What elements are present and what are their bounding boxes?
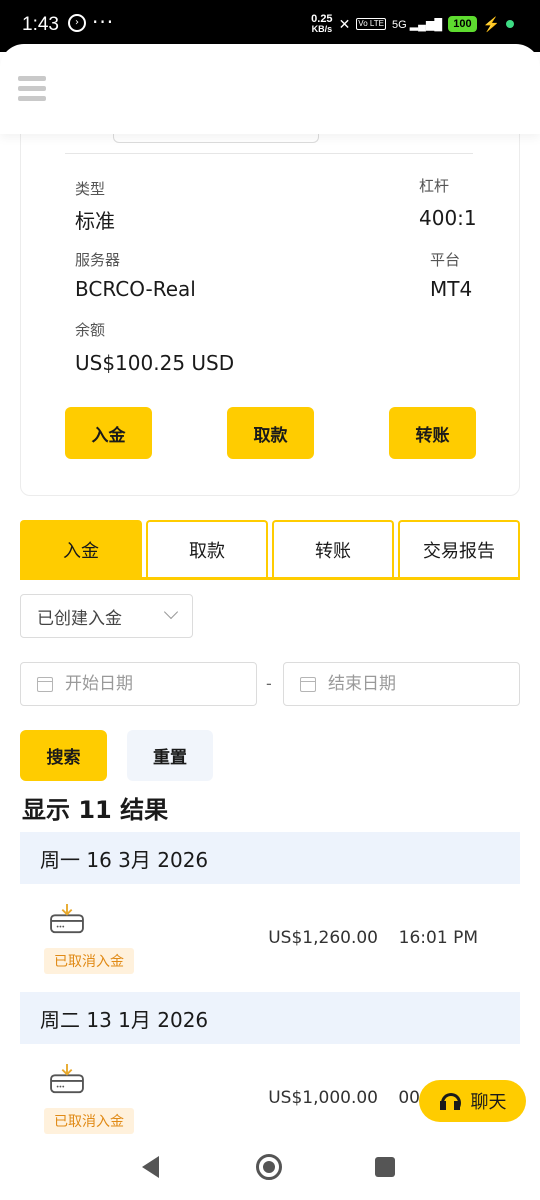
end-date-field[interactable]	[283, 662, 520, 706]
tab-trade-report[interactable]: 交易报告	[398, 520, 520, 577]
battery-icon: 100	[448, 16, 477, 32]
type-label: 类型	[75, 180, 106, 198]
tab-transfer[interactable]: 转账	[272, 520, 394, 577]
app-header	[0, 44, 540, 134]
end-date-input[interactable]	[328, 674, 498, 694]
date-group-header: 周一 16 3月 2026	[20, 832, 520, 884]
tab-withdraw[interactable]: 取款	[146, 520, 268, 577]
list-item[interactable]: 已取消入金 US$1,260.00 16:01 PM	[20, 884, 520, 992]
time: 00	[398, 1088, 420, 1108]
home-icon[interactable]	[256, 1154, 282, 1180]
deposit-icon	[50, 1064, 84, 1094]
status-badge: 已取消入金	[44, 948, 134, 974]
headset-icon	[439, 1091, 461, 1113]
start-date-field[interactable]	[20, 662, 257, 706]
leverage-value: 400:1	[419, 206, 477, 230]
signal-icon: 5G ▂▄▆█	[391, 18, 443, 31]
charging-icon: ⚡	[482, 15, 500, 32]
results-count: 显示 11 结果	[22, 796, 169, 824]
status-badge: 已取消入金	[44, 1108, 134, 1134]
status-select[interactable]: 已创建入金	[20, 594, 193, 638]
server-value: BCRCO-Real	[75, 277, 196, 301]
system-nav-bar	[0, 1136, 540, 1200]
recent-apps-icon[interactable]	[375, 1157, 395, 1177]
chat-label: 聊天	[470, 1092, 507, 1113]
platform-label: 平台	[430, 251, 461, 269]
search-button[interactable]: 搜索	[20, 730, 107, 781]
network-speed: 0.25 KB/s	[311, 13, 333, 35]
active-indicator-icon	[506, 20, 514, 28]
start-date-input[interactable]	[65, 674, 235, 694]
type-value: 标准	[75, 209, 115, 233]
date-group-header: 周二 13 1月 2026	[20, 992, 520, 1044]
date-separator: -	[266, 674, 272, 693]
back-icon[interactable]	[142, 1156, 159, 1178]
chevron-down-icon	[163, 604, 179, 620]
tab-deposit[interactable]: 入金	[20, 520, 142, 577]
amount: US$1,260.00	[268, 928, 378, 948]
status-time: 1:43	[22, 14, 59, 35]
account-card: 类型 标准 杠杆 400:1 服务器 BCRCO-Real 平台 MT4 余额 …	[20, 100, 520, 496]
calendar-icon	[37, 676, 53, 692]
leverage-label: 杠杆	[419, 177, 450, 195]
transfer-button[interactable]: 转账	[389, 407, 476, 459]
volte-icon: Vo LTE	[356, 18, 386, 30]
chat-button[interactable]: 聊天	[419, 1080, 526, 1122]
reset-button[interactable]: 重置	[127, 730, 213, 781]
amount: US$1,000.00	[268, 1088, 378, 1108]
status-indicators: 0.25 KB/s ✕ Vo LTE 5G ▂▄▆█ 100 ⚡	[311, 14, 514, 34]
balance-value: US$100.25 USD	[75, 351, 235, 375]
balance-label: 余额	[75, 321, 106, 339]
menu-icon[interactable]	[18, 76, 46, 102]
history-tabs: 入金 取款 转账 交易报告	[20, 520, 520, 580]
time: 16:01 PM	[398, 928, 478, 948]
platform-value: MT4	[430, 277, 473, 301]
mute-icon: ✕	[338, 15, 351, 32]
deposit-button[interactable]: 入金	[65, 407, 152, 459]
deposit-icon	[50, 904, 84, 934]
divider	[65, 153, 473, 154]
withdraw-button[interactable]: 取款	[227, 407, 314, 459]
server-label: 服务器	[75, 251, 121, 269]
more-notifications-icon: ···	[92, 10, 115, 34]
navigation-icon: ›	[68, 14, 86, 32]
calendar-icon	[300, 676, 316, 692]
status-select-value: 已创建入金	[37, 608, 122, 629]
